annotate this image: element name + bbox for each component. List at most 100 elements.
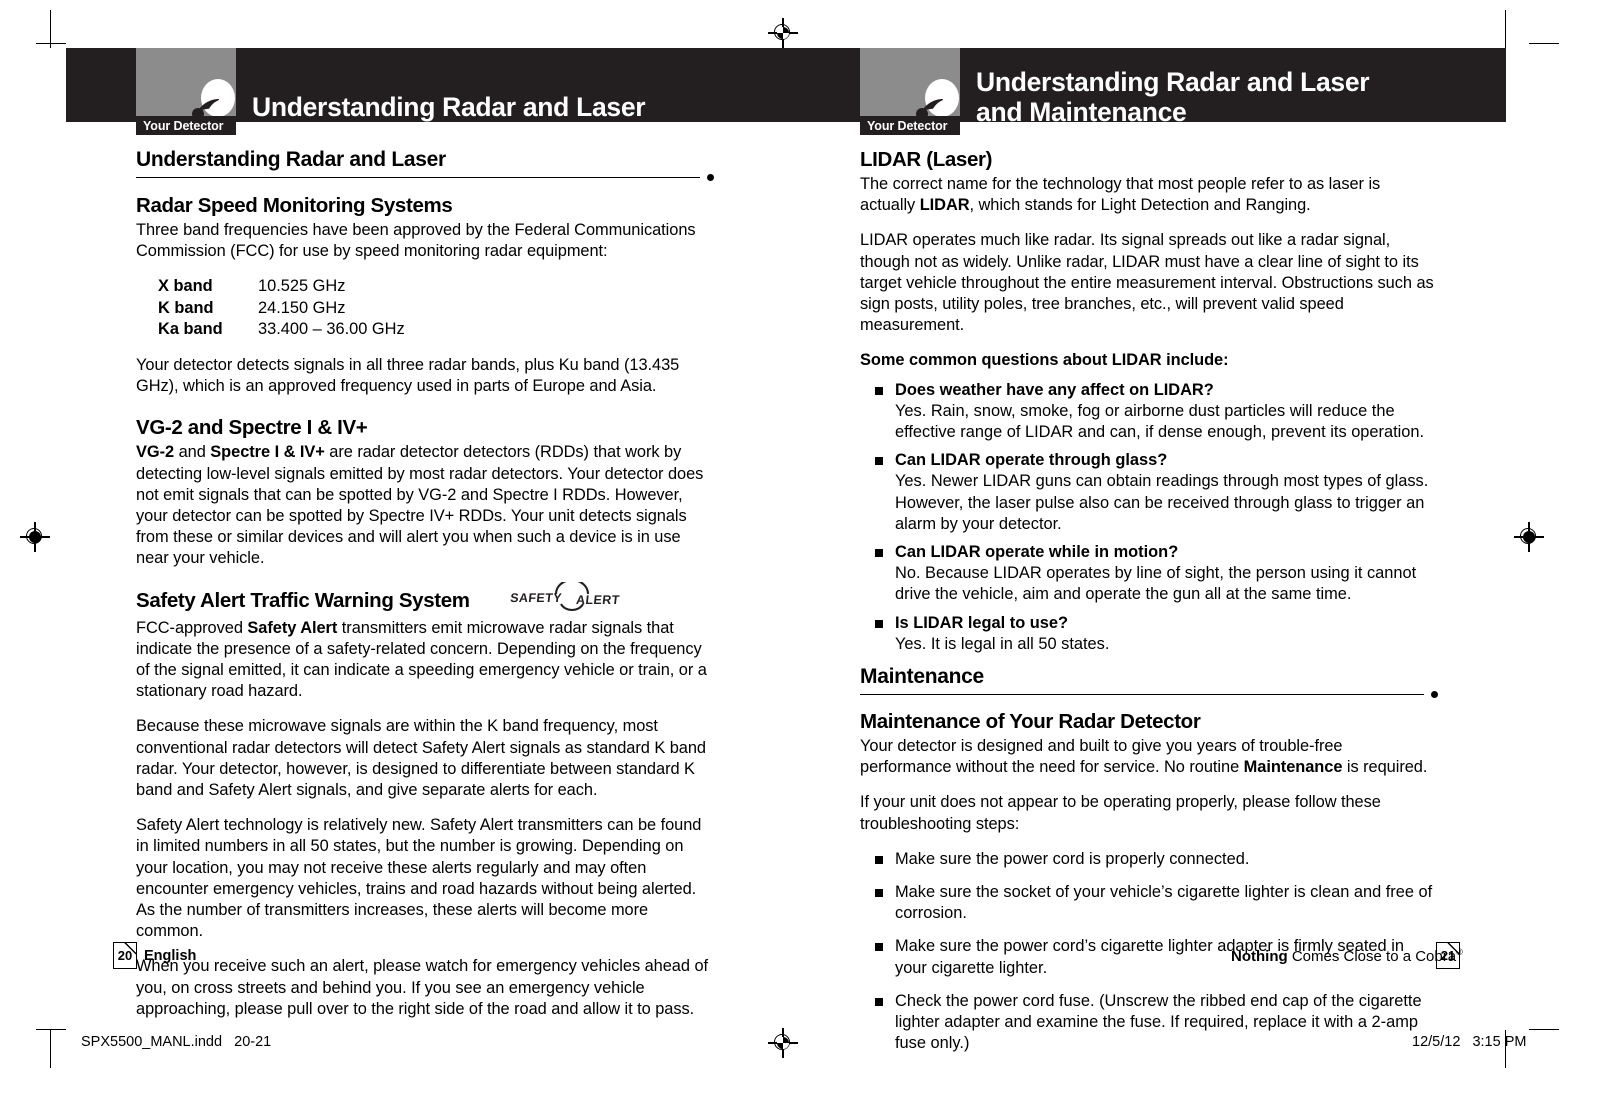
registration-mark-bottom-center xyxy=(768,1028,798,1058)
band-row: Ka band 33.400 – 36.00 GHz xyxy=(158,319,714,340)
safety-alert-heading-row: Safety Alert Traffic Warning System SAFE… xyxy=(136,578,714,616)
manual-spread-page: Your Detector Understanding Radar and La… xyxy=(0,0,1601,1099)
print-footer-timestamp: 12/5/12 3:15 PM xyxy=(1412,1034,1527,1050)
vg2-mid-text: and xyxy=(174,443,211,462)
step-text: Make sure the socket of your vehicle’s c… xyxy=(895,883,1433,923)
right-page-logo-plate xyxy=(860,48,960,122)
subheading-lidar: LIDAR (Laser) xyxy=(860,148,993,171)
square-bullet-icon xyxy=(875,619,883,628)
cobra-tagline-rest: Comes Close to a Cobra xyxy=(1287,948,1457,965)
faq-answer: Yes. It is legal in all 50 states. xyxy=(895,634,1110,653)
section-heading-dot xyxy=(707,174,714,181)
left-page-logo-plate xyxy=(136,48,236,122)
safety-p1-pre: FCC-approved xyxy=(136,618,248,637)
right-page-section-heading-label: Maintenance xyxy=(860,665,984,689)
paragraph-maintenance-2: If your unit does not appear to be opera… xyxy=(860,793,1381,833)
paragraph-safety-1: FCC-approved Safety Alert transmitters e… xyxy=(136,618,714,703)
square-bullet-icon xyxy=(875,943,883,952)
list-item: Can LIDAR operate through glass? Yes. Ne… xyxy=(874,450,1438,535)
left-page-detector-tab-label: Your Detector xyxy=(143,118,224,133)
list-item: Is LIDAR legal to use? Yes. It is legal … xyxy=(874,613,1438,655)
lidar-faq-list: Does weather have any affect on LIDAR? Y… xyxy=(860,380,1438,655)
section-heading-rule xyxy=(136,176,700,178)
right-page-number-chip: 21 xyxy=(1436,942,1460,969)
vg2-bold-first: VG-2 xyxy=(136,443,175,462)
right-page-header-title-line2: and Maintenance xyxy=(976,96,1187,127)
section-heading-rule xyxy=(860,693,1424,696)
faq-heading: Some common questions about LIDAR includ… xyxy=(860,351,1229,370)
svg-text:ALERT: ALERT xyxy=(575,593,620,607)
band-frequency: 10.525 GHz xyxy=(258,277,346,296)
band-row: K band 24.150 GHz xyxy=(158,298,714,319)
registration-mark-top-center xyxy=(768,18,798,48)
vg2-bold-second: Spectre I & IV+ xyxy=(210,443,325,462)
faq-answer: Yes. Rain, snow, smoke, fog or airborne … xyxy=(895,401,1425,442)
right-page-content-column: LIDAR (Laser) The correct name for the t… xyxy=(860,148,1438,1067)
left-page-number-chip: 20 xyxy=(113,942,137,969)
crop-mark-top-right-horizontal xyxy=(1529,43,1559,45)
list-item: Make sure the socket of your vehicle’s c… xyxy=(874,882,1438,924)
square-bullet-icon xyxy=(875,386,883,395)
step-text: Make sure the power cord is properly con… xyxy=(895,849,1250,868)
list-item: Check the power cord fuse. (Unscrew the … xyxy=(874,991,1438,1055)
band-name: X band xyxy=(158,277,213,296)
square-bullet-icon xyxy=(875,855,883,864)
faq-answer: No. Because LIDAR operates by line of si… xyxy=(895,564,1417,604)
subheading-radar-speed-monitoring: Radar Speed Monitoring Systems xyxy=(136,194,453,217)
faq-question: Does weather have any affect on LIDAR? xyxy=(895,380,1214,399)
band-name: Ka band xyxy=(158,319,223,338)
paragraph-lidar-2: LIDAR operates much like radar. Its sign… xyxy=(860,231,1434,335)
left-page-header-title: Understanding Radar and Laser xyxy=(252,92,646,122)
square-bullet-icon xyxy=(875,457,883,466)
vg2-rest-text: are radar detector detectors (RDDs) that… xyxy=(136,443,704,568)
right-page-header-title-line1: Understanding Radar and Laser xyxy=(976,67,1370,97)
list-item: Can LIDAR operate while in motion? No. B… xyxy=(874,542,1438,606)
band-row: X band 10.525 GHz xyxy=(158,276,714,297)
crop-mark-bottom-left-vertical xyxy=(50,1030,52,1068)
right-page-section-heading: Maintenance xyxy=(860,665,1438,699)
registration-mark-right-center xyxy=(1514,522,1544,552)
svg-text:SAFETY: SAFETY xyxy=(510,591,563,605)
left-page-content-column: Understanding Radar and Laser Radar Spee… xyxy=(136,148,714,1020)
square-bullet-icon xyxy=(875,549,883,558)
lidar-p1-bold: LIDAR xyxy=(919,196,970,215)
print-footer-filename: SPX5500_MANL.indd 20-21 xyxy=(81,1034,272,1050)
crop-mark-top-left-horizontal xyxy=(36,43,66,45)
left-page-section-heading: Understanding Radar and Laser xyxy=(136,148,714,181)
paragraph-radar-intro: Three band frequencies have been approve… xyxy=(136,221,696,261)
left-page-language-label: English xyxy=(144,948,197,964)
paragraph-safety-2: Because these microwave signals are with… xyxy=(136,717,707,800)
faq-question: Is LIDAR legal to use? xyxy=(895,613,1069,632)
paragraph-vg2: VG-2 and Spectre I & IV+ are radar detec… xyxy=(136,442,714,569)
paragraph-bands-note: Your detector detects signals in all thr… xyxy=(136,356,680,396)
right-page-header-title: Understanding Radar and Laser and Mainte… xyxy=(976,67,1370,128)
safety-p1-bold: Safety Alert xyxy=(247,618,338,637)
safety-alert-logo: SAFETY ALERT xyxy=(510,578,632,617)
faq-question: Can LIDAR operate while in motion? xyxy=(895,543,1179,562)
subheading-maintenance-detector: Maintenance of Your Radar Detector xyxy=(860,710,1201,734)
list-item: Does weather have any affect on LIDAR? Y… xyxy=(874,380,1438,444)
radar-band-table: X band 10.525 GHz K band 24.150 GHz Ka b… xyxy=(158,276,714,340)
paragraph-safety-3: Safety Alert technology is relatively ne… xyxy=(136,816,702,941)
list-item: Make sure the power cord is properly con… xyxy=(874,849,1438,870)
left-page-section-heading-label: Understanding Radar and Laser xyxy=(136,148,446,171)
square-bullet-icon xyxy=(875,997,883,1006)
faq-answer: Yes. Newer LIDAR guns can obtain reading… xyxy=(895,472,1429,533)
lidar-p1-post: , which stands for Light Detection and R… xyxy=(969,196,1311,215)
crop-mark-bottom-right-horizontal xyxy=(1529,1029,1559,1031)
paragraph-maintenance-1: Your detector is designed and built to g… xyxy=(860,736,1438,778)
subheading-safety-alert: Safety Alert Traffic Warning System xyxy=(136,588,470,612)
faq-question: Can LIDAR operate through glass? xyxy=(895,451,1168,470)
cobra-tagline-bold: Nothing xyxy=(1231,948,1288,965)
band-frequency: 24.150 GHz xyxy=(258,298,346,317)
paragraph-safety-4: When you receive such an alert, please w… xyxy=(136,957,709,1018)
right-page-detector-tab: Your Detector xyxy=(860,116,960,135)
subheading-vg2-spectre: VG-2 and Spectre I & IV+ xyxy=(136,416,368,440)
band-name: K band xyxy=(158,298,214,317)
square-bullet-icon xyxy=(875,889,883,898)
maint-p1-post: is required. xyxy=(1342,758,1428,777)
section-heading-dot xyxy=(1431,691,1438,699)
crop-mark-bottom-left-horizontal xyxy=(36,1029,66,1031)
left-page-detector-tab: Your Detector xyxy=(136,116,236,135)
crop-mark-top-right-vertical xyxy=(1505,10,1507,48)
